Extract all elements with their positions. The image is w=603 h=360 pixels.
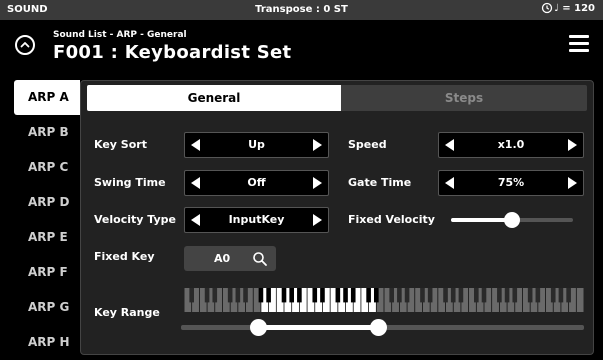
black-key bbox=[443, 288, 448, 303]
black-key bbox=[297, 288, 302, 303]
black-key bbox=[189, 288, 194, 303]
black-key bbox=[427, 288, 433, 303]
fixed-key-label: Fixed Key bbox=[94, 250, 155, 263]
decrement-arrow-icon[interactable] bbox=[445, 139, 454, 151]
sidebar-item-arp-f[interactable]: ARP F bbox=[14, 255, 80, 290]
black-key bbox=[535, 288, 541, 303]
range-fill bbox=[257, 325, 379, 330]
key-sort-value: Up bbox=[248, 138, 265, 151]
black-key bbox=[474, 288, 479, 303]
black-key bbox=[212, 288, 218, 303]
sidebar-item-arp-c[interactable]: ARP C bbox=[14, 150, 80, 185]
search-icon[interactable] bbox=[252, 251, 268, 267]
black-key bbox=[258, 288, 264, 303]
transpose-readout: Transpose : 0 ST bbox=[255, 4, 348, 15]
speed-value: x1.0 bbox=[497, 138, 525, 151]
range-high-knob[interactable] bbox=[370, 319, 388, 336]
black-key bbox=[266, 288, 271, 303]
fixed-velocity-slider[interactable] bbox=[451, 212, 573, 228]
gate-time-value: 75% bbox=[497, 176, 525, 189]
increment-arrow-icon[interactable] bbox=[313, 177, 322, 189]
gate-time-spinner: 75% bbox=[438, 170, 584, 196]
swing-time-label: Swing Time bbox=[94, 176, 166, 189]
key-sort-label: Key Sort bbox=[94, 138, 147, 151]
black-key bbox=[558, 288, 564, 303]
decrement-arrow-icon[interactable] bbox=[445, 177, 454, 189]
black-key bbox=[312, 288, 318, 303]
black-key bbox=[204, 288, 210, 303]
slider-fill bbox=[451, 218, 512, 222]
key-range-slider[interactable] bbox=[181, 319, 584, 336]
black-key bbox=[404, 288, 410, 303]
black-key bbox=[566, 288, 571, 303]
key-range-label: Key Range bbox=[94, 306, 160, 319]
black-key bbox=[374, 288, 379, 303]
black-key bbox=[289, 288, 294, 303]
tab-steps[interactable]: Steps bbox=[341, 85, 587, 111]
black-key bbox=[504, 288, 510, 303]
page-title: F001 : Keyboardist Set bbox=[53, 42, 292, 63]
speed-spinner: x1.0 bbox=[438, 132, 584, 158]
fixed-key-value: A0 bbox=[214, 252, 231, 265]
range-low-knob[interactable] bbox=[249, 319, 267, 336]
black-key bbox=[497, 288, 502, 303]
chevron-up-icon bbox=[20, 42, 30, 48]
arp-sidebar: ARP A ARP B ARP C ARP D ARP E ARP F ARP … bbox=[14, 80, 80, 360]
arp-settings-panel: General Steps Key Sort Up Speed x1.0 Swi… bbox=[80, 80, 594, 355]
black-key bbox=[366, 288, 371, 303]
decrement-arrow-icon[interactable] bbox=[191, 139, 200, 151]
black-key bbox=[281, 288, 287, 303]
slider-knob[interactable] bbox=[504, 212, 520, 228]
increment-arrow-icon[interactable] bbox=[568, 177, 577, 189]
decrement-arrow-icon[interactable] bbox=[191, 177, 200, 189]
velocity-type-spinner: InputKey bbox=[184, 207, 329, 233]
black-key bbox=[320, 288, 325, 303]
black-key bbox=[389, 288, 394, 303]
black-key bbox=[420, 288, 425, 303]
key-sort-spinner: Up bbox=[184, 132, 329, 158]
black-key bbox=[227, 288, 233, 303]
sidebar-item-arp-g[interactable]: ARP G bbox=[14, 290, 80, 325]
sidebar-item-arp-h[interactable]: ARP H bbox=[14, 325, 80, 360]
increment-arrow-icon[interactable] bbox=[313, 139, 322, 151]
black-key bbox=[397, 288, 402, 303]
black-key bbox=[527, 288, 533, 303]
black-key bbox=[343, 288, 348, 303]
gate-time-label: Gate Time bbox=[348, 176, 412, 189]
black-key bbox=[350, 288, 356, 303]
velocity-type-label: Velocity Type bbox=[94, 213, 176, 226]
tempo-readout: ♩ = 120 bbox=[554, 3, 595, 14]
status-bar: SOUND Transpose : 0 ST ♩ = 120 bbox=[0, 0, 603, 20]
sidebar-item-arp-b[interactable]: ARP B bbox=[14, 115, 80, 150]
increment-arrow-icon[interactable] bbox=[568, 139, 577, 151]
fixed-velocity-label: Fixed Velocity bbox=[348, 213, 435, 226]
swing-time-value: Off bbox=[247, 176, 266, 189]
swing-time-spinner: Off bbox=[184, 170, 329, 196]
white-key bbox=[576, 288, 584, 312]
velocity-type-value: InputKey bbox=[228, 213, 285, 226]
black-key bbox=[335, 288, 341, 303]
black-key bbox=[235, 288, 241, 303]
speed-label: Speed bbox=[348, 138, 387, 151]
sidebar-item-arp-a[interactable]: ARP A bbox=[14, 80, 80, 115]
back-button[interactable] bbox=[15, 35, 35, 55]
black-key bbox=[512, 288, 518, 303]
increment-arrow-icon[interactable] bbox=[313, 214, 322, 226]
decrement-arrow-icon[interactable] bbox=[191, 214, 200, 226]
header: Sound List - ARP - General F001 : Keyboa… bbox=[0, 20, 603, 68]
black-key bbox=[481, 288, 487, 303]
black-key bbox=[550, 288, 556, 303]
sidebar-item-arp-e[interactable]: ARP E bbox=[14, 220, 80, 255]
breadcrumb: Sound List - ARP - General bbox=[53, 30, 187, 40]
sidebar-item-arp-d[interactable]: ARP D bbox=[14, 185, 80, 220]
black-key bbox=[243, 288, 248, 303]
fixed-key-field[interactable]: A0 bbox=[184, 246, 276, 271]
keyboard-range-display bbox=[184, 288, 584, 312]
clock-icon bbox=[541, 2, 553, 14]
black-key bbox=[458, 288, 464, 303]
tab-general[interactable]: General bbox=[87, 85, 341, 111]
black-key bbox=[450, 288, 456, 303]
menu-icon[interactable] bbox=[569, 35, 589, 55]
